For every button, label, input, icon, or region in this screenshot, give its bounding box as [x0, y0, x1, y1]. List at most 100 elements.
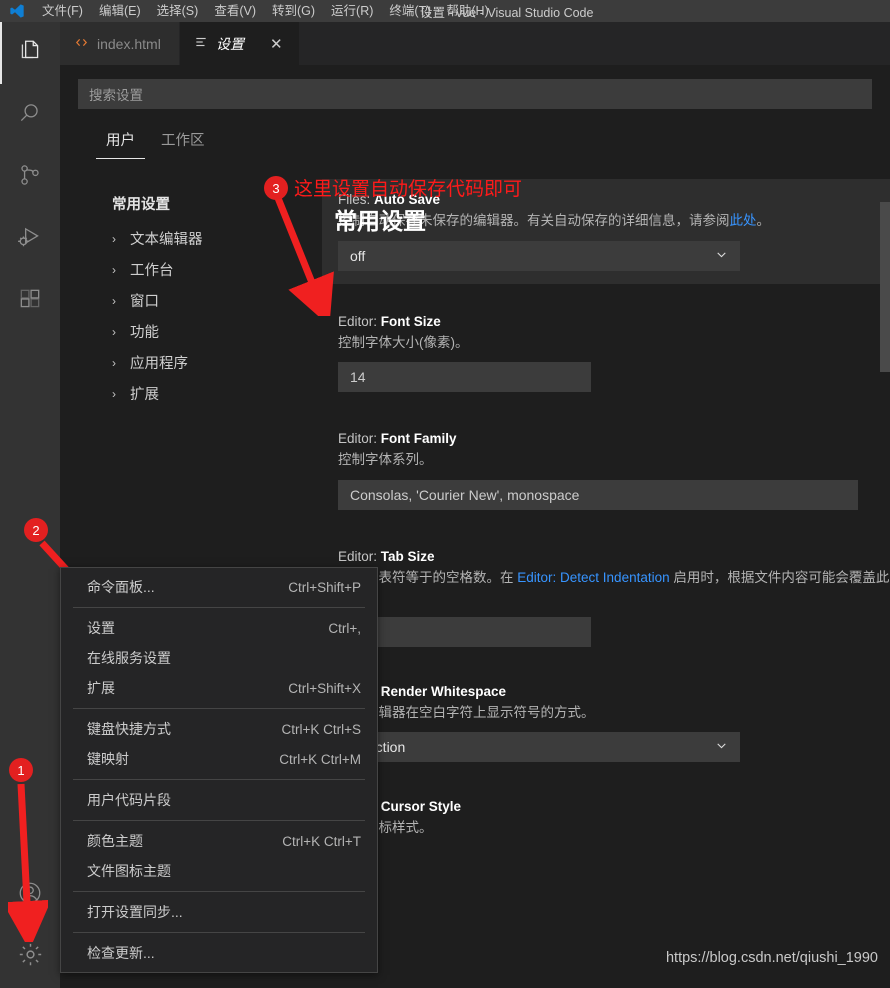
chevron-down-icon [715, 739, 728, 755]
setting-description: 一个制表符等于的空格数。在 Editor: Detect Indentation… [338, 568, 890, 607]
annotation-badge-2: 2 [24, 518, 48, 542]
setting-description: 控制字体大小(像素)。 [338, 334, 469, 350]
toc-item-label: 功能 [130, 325, 159, 341]
tab-workspace[interactable]: 工作区 [151, 125, 215, 159]
menu-terminal[interactable]: 终端(T) [381, 0, 438, 22]
chevron-right-icon: › [112, 386, 116, 401]
menu-file-icon-theme[interactable]: 文件图标主题 [61, 856, 377, 886]
chevron-right-icon: › [112, 355, 116, 370]
annotation-badge-1: 1 [9, 758, 33, 782]
toc-item-extensions[interactable]: › 扩展 [112, 378, 322, 409]
extensions-icon [17, 286, 43, 317]
toc-item-window[interactable]: › 窗口 [112, 285, 322, 316]
menu-settings[interactable]: 设置 Ctrl+, [61, 613, 377, 643]
menu-help[interactable]: 帮助(H) [438, 0, 496, 22]
setting-title: Editor: Render Whitespace [338, 684, 890, 699]
menu-separator [73, 708, 365, 709]
menu-separator [73, 932, 365, 933]
activity-accounts[interactable] [0, 864, 60, 926]
menu-label: 在线服务设置 [87, 650, 171, 666]
toc-item-workbench[interactable]: › 工作台 [112, 254, 322, 285]
menu-separator [73, 607, 365, 608]
input-value: Consolas, 'Courier New', monospace [350, 486, 580, 503]
auto-save-select[interactable]: off [338, 240, 740, 271]
annotation-note: 这里设置自动保存代码即可 [294, 179, 523, 200]
input-value: 14 [350, 369, 366, 386]
setting-prefix: Editor: [338, 313, 381, 329]
chevron-right-icon: › [112, 324, 116, 339]
activity-search[interactable] [0, 84, 60, 146]
tab-settings[interactable]: 设置 ✕ [180, 22, 300, 65]
gear-icon [17, 941, 44, 973]
menu-run[interactable]: 运行(R) [323, 0, 381, 22]
setting-title: Editor: Font Family [338, 431, 890, 446]
menu-shortcut: Ctrl+Shift+P [288, 579, 361, 595]
menu-online-services-settings[interactable]: 在线服务设置 [61, 643, 377, 673]
settings-list: Files: Auto Save 控制自动保存未保存的编辑器。有关自动保存的详细… [322, 159, 890, 988]
menu-label: 用户代码片段 [87, 792, 171, 808]
font-family-input[interactable]: Consolas, 'Courier New', monospace [338, 479, 858, 510]
activity-manage-settings[interactable] [0, 926, 60, 988]
menu-go[interactable]: 转到(G) [264, 0, 323, 22]
setting-name: Font Family [380, 431, 457, 447]
menu-keyboard-shortcuts[interactable]: 键盘快捷方式 Ctrl+K Ctrl+S [61, 714, 377, 744]
tab-label: index.html [97, 35, 161, 52]
setting-name: Tab Size [380, 548, 435, 564]
tab-index-html[interactable]: index.html [60, 22, 180, 65]
setting-editor-render-whitespace: Editor: Render Whitespace 控制编辑器在空白字符上显示符… [322, 660, 890, 776]
menu-command-palette[interactable]: 命令面板... Ctrl+Shift+P [61, 572, 377, 602]
activity-extensions[interactable] [0, 270, 60, 332]
toc-item-text-editor[interactable]: › 文本编辑器 [112, 223, 322, 254]
menu-turn-on-settings-sync[interactable]: 打开设置同步... [61, 897, 377, 927]
activity-explorer[interactable] [0, 22, 60, 84]
toc-item-application[interactable]: › 应用程序 [112, 347, 322, 378]
toc-item-label: 窗口 [130, 294, 159, 310]
search-icon [17, 100, 43, 131]
settings-tab-icon [194, 35, 208, 52]
setting-prefix: Editor: [338, 548, 381, 564]
activity-bar [0, 22, 60, 988]
menu-check-for-updates[interactable]: 检查更新... [61, 938, 377, 968]
font-size-input[interactable]: 14 [338, 362, 591, 393]
toc-title: 常用设置 [112, 197, 170, 213]
menu-view[interactable]: 查看(V) [206, 0, 264, 22]
chevron-right-icon: › [112, 262, 116, 277]
menu-file[interactable]: 文件(F) [34, 0, 91, 22]
activity-source-control[interactable] [0, 146, 60, 208]
menu-color-theme[interactable]: 颜色主题 Ctrl+K Ctrl+T [61, 826, 377, 856]
search-placeholder: 搜索设置 [89, 88, 143, 103]
desc-link[interactable]: 此处 [730, 213, 757, 228]
menu-shortcut: Ctrl+, [328, 620, 361, 636]
toc-item-label: 文本编辑器 [130, 232, 203, 248]
setting-name: Font Size [380, 313, 441, 329]
desc-link[interactable]: Editor: Detect Indentation [517, 570, 669, 585]
setting-title: Editor: Cursor Style [338, 799, 890, 814]
setting-name: Render Whitespace [380, 683, 507, 699]
menu-shortcut: Ctrl+K Ctrl+M [279, 751, 361, 767]
setting-name: Cursor Style [380, 799, 462, 815]
menu-selection[interactable]: 选择(S) [149, 0, 207, 22]
close-icon[interactable]: ✕ [270, 35, 283, 53]
search-settings-wrap: 搜索设置 [60, 65, 890, 109]
search-input[interactable]: 搜索设置 [78, 79, 872, 109]
menu-label: 命令面板... [87, 579, 155, 595]
vscode-logo-icon [0, 0, 34, 22]
menu-edit[interactable]: 编辑(E) [91, 0, 149, 22]
files-icon [17, 38, 43, 69]
menu-keymaps[interactable]: 键映射 Ctrl+K Ctrl+M [61, 744, 377, 774]
menu-label: 设置 [87, 620, 115, 636]
menu-label: 键盘快捷方式 [87, 721, 171, 737]
menu-user-snippets[interactable]: 用户代码片段 [61, 785, 377, 815]
tab-user[interactable]: 用户 [96, 125, 145, 159]
menu-extensions[interactable]: 扩展 Ctrl+Shift+X [61, 673, 377, 703]
activity-run-debug[interactable] [0, 208, 60, 270]
annotation-badge-3: 3 [264, 176, 288, 200]
settings-scrollbar[interactable] [880, 202, 890, 372]
render-whitespace-select[interactable]: selection [338, 732, 740, 763]
menu-shortcut: Ctrl+Shift+X [288, 680, 361, 696]
run-debug-icon [17, 224, 43, 255]
setting-editor-font-size: Editor: Font Size 控制字体大小(像素)。 14 [322, 284, 890, 406]
chevron-down-icon [715, 248, 728, 264]
toc-item-features[interactable]: › 功能 [112, 316, 322, 347]
menu-shortcut: Ctrl+K Ctrl+T [282, 833, 361, 849]
